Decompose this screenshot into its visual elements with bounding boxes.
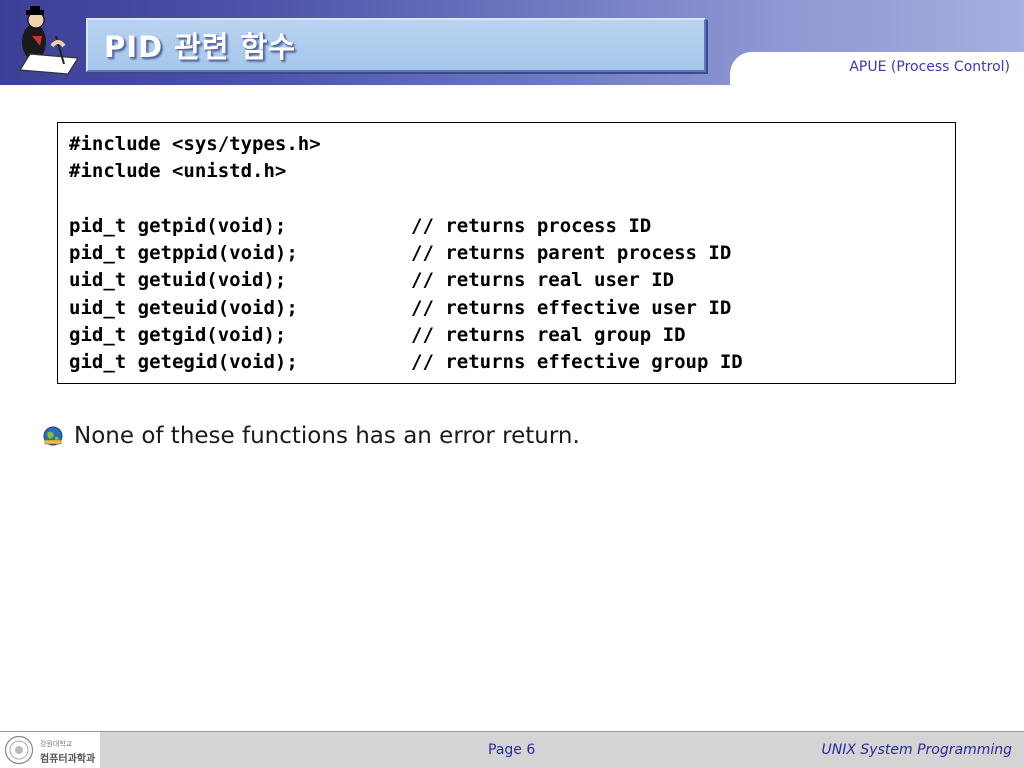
code-function-line: pid_t getppid(void); // returns parent pr… [69,240,955,267]
function-comment: // returns effective group ID [411,351,743,374]
slide-footer: 강원대학교 컴퓨터과학과 Page 6 UNIX System Programm… [0,731,1024,768]
code-include-line: #include <sys/types.h> [69,133,321,155]
function-comment: // returns parent process ID [411,242,732,265]
function-comment: // returns effective user ID [411,296,732,319]
slide-header: PID 관련 함수 APUE (Process Control) [0,0,1024,85]
footer-logo: 강원대학교 컴퓨터과학과 [0,732,100,768]
bullet-globe-icon [43,426,63,446]
function-decl: uid_t geteuid(void); [69,296,298,319]
function-decl: uid_t getuid(void); [69,269,287,292]
function-comment: // returns real group ID [411,324,686,347]
bullet-text: None of these functions has an error ret… [74,423,580,449]
code-function-line: pid_t getpid(void); // returns process ID [69,213,955,240]
title-bar: PID 관련 함수 [86,18,706,72]
function-comment: // returns real user ID [411,269,675,292]
function-decl: pid_t getpid(void); [69,214,287,237]
university-seal-icon [4,735,34,765]
subtitle: APUE (Process Control) [849,59,1010,75]
writer-figure-icon [18,6,80,75]
function-decl: gid_t getegid(void); [69,351,298,374]
bullet-item: None of these functions has an error ret… [42,423,580,449]
code-block: #include <sys/types.h> #include <unistd.… [57,122,956,384]
code-function-line: gid_t getegid(void); // returns effective… [69,349,955,376]
code-function-line: gid_t getgid(void); // returns real group… [69,322,955,349]
subtitle-tab: APUE (Process Control) [730,52,1024,85]
function-comment: // returns process ID [411,214,652,237]
page-title: PID 관련 함수 [104,30,297,64]
org-name-top: 강원대학교 [40,740,73,748]
code-function-line: uid_t geteuid(void); // returns effective… [69,295,955,322]
code-function-line: uid_t getuid(void); // returns real user … [69,267,955,294]
code-include-line: #include <unistd.h> [69,160,287,183]
org-name-bottom: 컴퓨터과학과 [40,754,96,765]
page-number: Page 6 [488,742,536,758]
function-decl: pid_t getppid(void); [69,242,298,265]
course-title: UNIX System Programming [821,742,1012,758]
function-decl: gid_t getgid(void); [69,324,287,347]
